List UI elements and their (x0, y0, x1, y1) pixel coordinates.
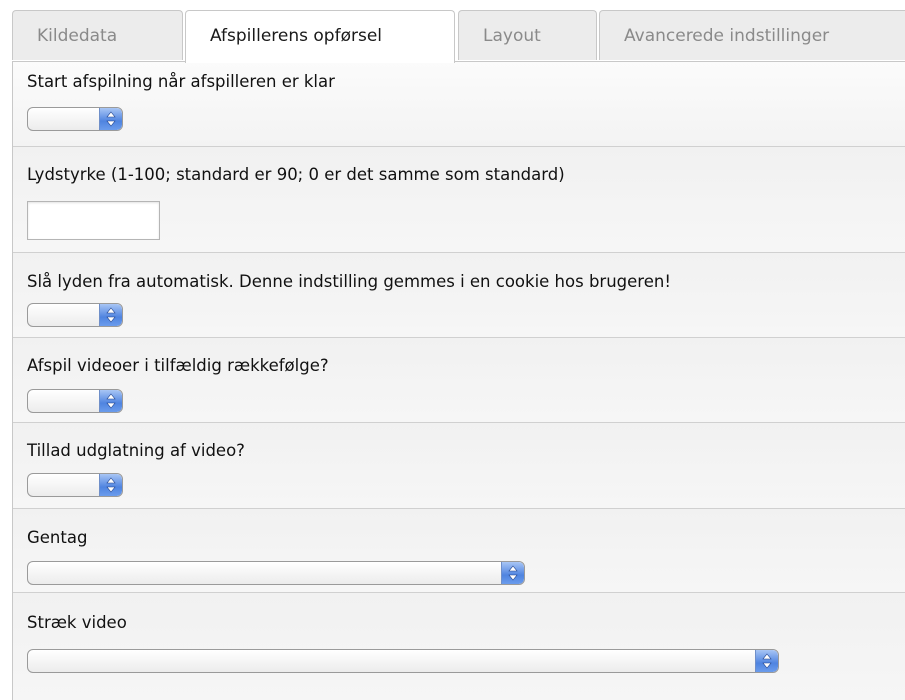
updown-arrows-icon (99, 108, 122, 130)
updown-arrows-icon (99, 390, 122, 412)
updown-arrows-icon (755, 650, 778, 672)
field-mute: Slå lyden fra automatisk. Denne indstill… (13, 253, 905, 338)
volume-input[interactable] (27, 201, 160, 240)
shuffle-select[interactable] (27, 389, 123, 413)
smoothing-label: Tillad udglatning af video? (27, 441, 245, 460)
field-shuffle: Afspil videoer i tilfældig rækkefølge? (13, 338, 905, 423)
stretch-select[interactable] (27, 649, 779, 673)
tab-kildedata[interactable]: Kildedata (12, 10, 183, 60)
field-stretch: Stræk video (13, 593, 905, 700)
volume-label: Lydstyrke (1-100; standard er 90; 0 er d… (27, 165, 565, 184)
field-smoothing: Tillad udglatning af video? (13, 423, 905, 509)
smoothing-select[interactable] (27, 473, 123, 497)
player-settings-frame: Kildedata Afspillerens opførsel Layout A… (12, 0, 905, 700)
updown-arrows-icon (501, 562, 524, 584)
stretch-label: Stræk video (27, 613, 127, 632)
mute-select[interactable] (27, 303, 123, 327)
field-volume: Lydstyrke (1-100; standard er 90; 0 er d… (13, 147, 905, 253)
field-repeat: Gentag (13, 509, 905, 593)
tab-bar: Kildedata Afspillerens opførsel Layout A… (12, 10, 905, 63)
repeat-label: Gentag (27, 528, 88, 547)
updown-arrows-icon (99, 474, 122, 496)
tab-avancerede-indstillinger[interactable]: Avancerede indstillinger (599, 10, 905, 60)
tab-afspillerens-opfoersel[interactable]: Afspillerens opførsel (185, 10, 455, 63)
updown-arrows-icon (99, 304, 122, 326)
autostart-select[interactable] (27, 107, 123, 131)
tab-layout[interactable]: Layout (458, 10, 597, 60)
settings-panel: Start afspilning når afspilleren er klar… (12, 61, 905, 700)
autostart-label: Start afspilning når afspilleren er klar (27, 72, 335, 91)
mute-label: Slå lyden fra automatisk. Denne indstill… (27, 272, 671, 291)
field-autostart: Start afspilning når afspilleren er klar (13, 62, 905, 147)
shuffle-label: Afspil videoer i tilfældig rækkefølge? (27, 356, 329, 375)
repeat-select[interactable] (27, 561, 525, 585)
